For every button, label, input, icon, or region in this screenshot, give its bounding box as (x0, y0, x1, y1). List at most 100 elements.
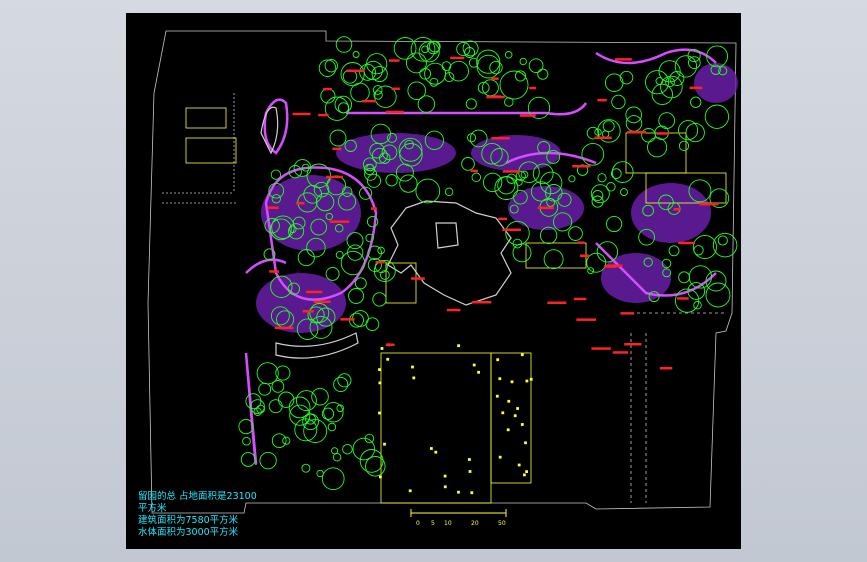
tree-canopy (528, 58, 544, 74)
tree-canopy (325, 266, 340, 281)
tree-canopy (704, 104, 730, 129)
tree-canopy (625, 115, 643, 132)
tree-canopy (658, 112, 676, 129)
label-mark (471, 301, 492, 304)
label-mark (624, 343, 642, 346)
label-mark (491, 77, 499, 80)
tree-canopy (365, 317, 380, 332)
tree-canopy (674, 55, 698, 78)
scale-bar-label: 0 (416, 520, 420, 527)
tree-canopy (347, 244, 364, 261)
tree-canopy (302, 413, 319, 431)
column-mark (457, 344, 461, 348)
tree-canopy (685, 122, 705, 143)
column-mark (412, 376, 416, 380)
label-mark (591, 347, 611, 350)
label-mark (689, 86, 703, 90)
tree-canopy (678, 120, 699, 141)
label-mark (673, 208, 681, 211)
column-mark (516, 407, 520, 410)
label-mark (470, 169, 478, 173)
tree-canopy (489, 60, 503, 75)
tree-canopy (324, 96, 350, 121)
label-mark (391, 87, 400, 90)
tree-canopy (367, 257, 382, 272)
tree-canopy (519, 57, 527, 66)
tree-canopy (641, 128, 656, 143)
tree-canopy (340, 250, 366, 276)
tree-canopy (660, 75, 683, 99)
tree-canopy (335, 36, 353, 53)
label-mark (446, 308, 461, 312)
label-mark (274, 326, 294, 330)
column-mark (525, 379, 529, 383)
column-mark (434, 450, 438, 454)
building-outline (185, 107, 227, 129)
tree-canopy (372, 292, 387, 307)
label-mark (388, 59, 400, 62)
tree-canopy (238, 419, 254, 435)
tree-canopy (385, 174, 398, 187)
tree-canopy (591, 195, 604, 208)
label-mark (626, 130, 647, 134)
label-mark (594, 136, 612, 139)
label-mark (361, 99, 376, 103)
column-mark (378, 368, 381, 372)
tree-canopy (333, 376, 349, 392)
tree-canopy (568, 226, 583, 241)
label-mark (292, 112, 311, 116)
tree-canopies (238, 36, 738, 491)
label-mark (603, 265, 617, 268)
tree-canopy (512, 243, 532, 263)
tree-canopy (606, 182, 616, 192)
tree-canopy (611, 94, 626, 110)
tree-canopy (482, 172, 503, 193)
tree-canopy (461, 157, 475, 171)
column-mark (383, 442, 386, 446)
tree-canopy (350, 82, 370, 103)
tree-canopy (668, 245, 680, 257)
column-mark (380, 347, 384, 350)
stats-line-total-area: 留园的总 占地面积是23100 (138, 491, 257, 502)
column-mark (517, 463, 521, 467)
tree-canopy (366, 173, 382, 188)
tree-canopy (625, 106, 643, 124)
label-mark (318, 113, 329, 117)
large-tree-canopy (499, 70, 529, 100)
tree-canopy (611, 161, 634, 183)
tree-canopy (359, 449, 384, 473)
tree-canopy (321, 467, 345, 491)
tree-canopy (342, 443, 353, 455)
tree-canopy (278, 391, 295, 408)
column-mark (513, 414, 517, 418)
tree-canopy (415, 178, 441, 204)
stats-line-unit: 平方米 (138, 503, 167, 514)
tree-canopy (619, 70, 634, 85)
tree-canopy (268, 399, 283, 414)
tree-canopy (337, 373, 352, 388)
label-mark (491, 137, 510, 140)
label-mark (612, 351, 628, 354)
tree-canopy (393, 37, 417, 60)
tree-canopy (476, 54, 501, 79)
tree-canopy (597, 173, 607, 183)
column-mark (501, 411, 505, 415)
label-mark (385, 110, 404, 114)
label-mark (573, 297, 587, 301)
cad-drawing-viewport[interactable]: 0 5 10 20 50 留园的总 占地面积是23100 平方米 建筑面积为7580平方… (126, 13, 741, 549)
tree-canopy (366, 53, 388, 75)
column-mark (496, 358, 500, 362)
column-mark (386, 357, 390, 361)
scale-bar-label: 5 (431, 520, 435, 527)
tree-canopy (606, 215, 623, 233)
label-mark (313, 300, 331, 303)
label-mark (597, 98, 607, 102)
tree-canopy (259, 451, 277, 470)
label-mark (656, 132, 669, 135)
tree-canopy (242, 436, 251, 446)
column-mark (443, 485, 447, 489)
label-mark (450, 56, 465, 60)
tree-canopy (678, 271, 691, 284)
label-mark (576, 318, 596, 321)
label-mark (322, 87, 332, 91)
